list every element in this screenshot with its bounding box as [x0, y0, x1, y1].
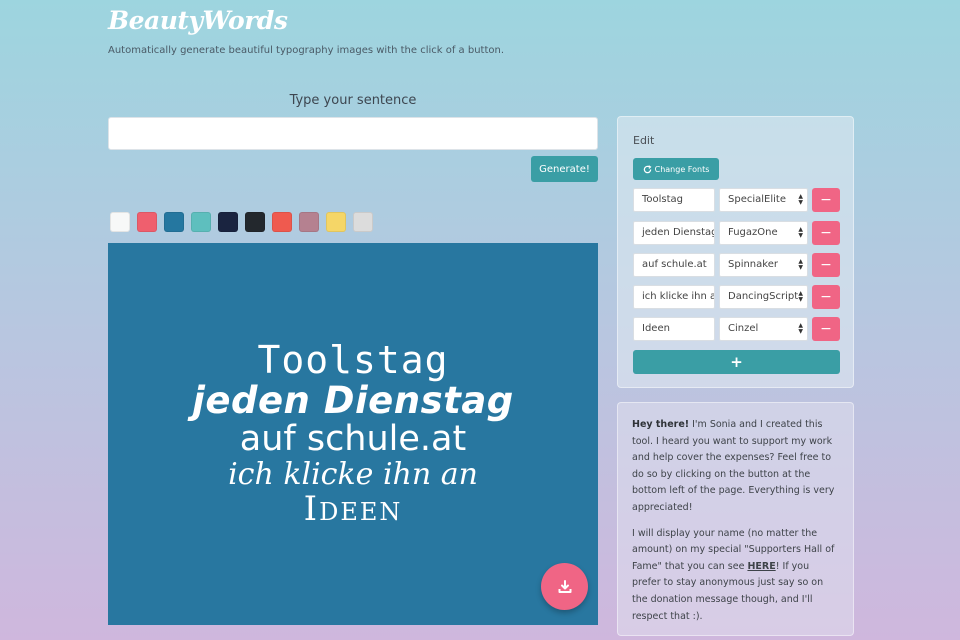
font-row: jeden Dienstag FugazOne ▲ ▼ − — [633, 221, 843, 245]
font-select-value: Cinzel — [728, 323, 759, 334]
sentence-input[interactable] — [108, 117, 598, 150]
sentence-label: Type your sentence — [289, 93, 417, 108]
color-swatch[interactable] — [218, 212, 238, 232]
font-row: ich klicke ihn an DancingScript ▲ ▼ − — [633, 285, 843, 309]
font-row: Ideen Cinzel ▲ ▼ − — [633, 317, 843, 341]
color-swatch[interactable] — [245, 212, 265, 232]
support-info-panel: Hey there! I'm Sonia and I created this … — [617, 402, 854, 636]
select-arrows-icon: ▲ ▼ — [798, 290, 803, 303]
change-fonts-label: Change Fonts — [654, 164, 710, 174]
font-row: Toolstag SpecialElite ▲ ▼ − — [633, 188, 843, 212]
select-arrows-icon: ▲ ▼ — [798, 258, 803, 271]
color-swatches — [110, 212, 373, 232]
row-text-input[interactable]: Toolstag — [633, 188, 715, 212]
row-text-input[interactable]: auf schule.at — [633, 253, 715, 277]
greeting: Hey there! — [632, 419, 690, 430]
remove-row-button[interactable]: − — [812, 221, 840, 245]
download-button[interactable] — [541, 563, 588, 610]
color-swatch[interactable] — [164, 212, 184, 232]
hall-of-fame-link[interactable]: HERE — [747, 561, 775, 572]
color-swatch[interactable] — [299, 212, 319, 232]
canvas-line: Toolstag — [257, 338, 449, 383]
font-select-value: FugazOne — [728, 227, 778, 238]
font-select[interactable]: SpecialElite ▲ ▼ — [719, 188, 808, 212]
edit-panel: Edit Change Fonts Toolstag SpecialElite … — [617, 116, 854, 388]
color-swatch[interactable] — [137, 212, 157, 232]
change-fonts-button[interactable]: Change Fonts — [633, 158, 719, 180]
remove-row-button[interactable]: − — [812, 253, 840, 277]
color-swatch[interactable] — [353, 212, 373, 232]
font-select[interactable]: Spinnaker ▲ ▼ — [719, 253, 808, 277]
remove-row-button[interactable]: − — [812, 317, 840, 341]
font-select[interactable]: FugazOne ▲ ▼ — [719, 221, 808, 245]
download-icon — [558, 579, 571, 593]
font-select-value: SpecialElite — [728, 194, 786, 205]
edit-title: Edit — [633, 134, 655, 147]
brand-logo[interactable]: BeautyWords — [108, 6, 288, 35]
refresh-icon — [643, 164, 652, 173]
support-text: I'm Sonia and I created this tool. I hea… — [632, 419, 835, 513]
select-arrows-icon: ▲ ▼ — [798, 226, 803, 239]
select-arrows-icon: ▲ ▼ — [798, 322, 803, 335]
typography-canvas: Toolstag jeden Dienstag auf schule.at ic… — [108, 243, 598, 625]
font-select-value: DancingScript — [728, 291, 799, 302]
canvas-line: Ideen — [303, 489, 403, 530]
canvas-line: auf schule.at — [239, 419, 467, 460]
color-swatch[interactable] — [272, 212, 292, 232]
color-swatch[interactable] — [326, 212, 346, 232]
select-arrows-icon: ▲ ▼ — [798, 193, 803, 206]
canvas-line: ich klicke ihn an — [228, 456, 478, 492]
generate-button[interactable]: Generate! — [531, 156, 598, 182]
row-text-input[interactable]: ich klicke ihn an — [633, 285, 715, 309]
font-select[interactable]: DancingScript ▲ ▼ — [719, 285, 808, 309]
tagline: Automatically generate beautiful typogra… — [108, 45, 505, 56]
support-paragraph: Hey there! I'm Sonia and I created this … — [632, 417, 840, 517]
add-row-button[interactable]: + — [633, 350, 840, 374]
font-select[interactable]: Cinzel ▲ ▼ — [719, 317, 808, 341]
row-text-input[interactable]: jeden Dienstag — [633, 221, 715, 245]
row-text-input[interactable]: Ideen — [633, 317, 715, 341]
font-select-value: Spinnaker — [728, 259, 778, 270]
remove-row-button[interactable]: − — [812, 188, 840, 212]
canvas-line: jeden Dienstag — [192, 379, 514, 423]
hall-of-fame-paragraph: I will display your name (no matter the … — [632, 526, 840, 626]
remove-row-button[interactable]: − — [812, 285, 840, 309]
color-swatch[interactable] — [191, 212, 211, 232]
color-swatch[interactable] — [110, 212, 130, 232]
font-row: auf schule.at Spinnaker ▲ ▼ − — [633, 253, 843, 277]
